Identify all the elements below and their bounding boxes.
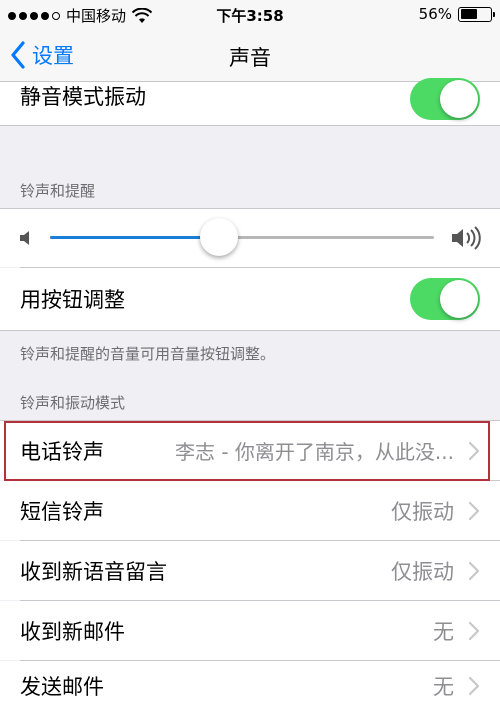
divider — [0, 330, 500, 331]
slider-thumb[interactable] — [199, 218, 238, 256]
sound-row-value: 无 — [433, 674, 454, 699]
sound-row-text-tone[interactable]: 短信铃声 仅振动 — [0, 481, 500, 540]
status-bar: 中国移动 下午3:58 56% — [0, 0, 500, 30]
chevron-right-icon — [468, 621, 480, 640]
divider — [0, 125, 500, 126]
sound-row-new-mail[interactable]: 收到新邮件 无 — [0, 601, 500, 660]
page-title: 声音 — [229, 46, 271, 70]
toggle-knob — [440, 280, 478, 318]
sound-row-sent-mail[interactable]: 发送邮件 无 — [0, 661, 500, 710]
change-with-buttons-toggle[interactable] — [410, 278, 480, 320]
sound-row-label: 收到新邮件 — [20, 619, 125, 644]
chevron-right-icon — [468, 501, 480, 520]
sound-row-value: 无 — [433, 619, 454, 644]
vibrate-on-silent-row: 静音模式振动 — [0, 78, 500, 125]
slider-fill — [50, 236, 219, 239]
volume-high-icon — [452, 226, 481, 250]
sound-row-label: 短信铃声 — [20, 499, 104, 524]
battery-percent: 56% — [418, 5, 452, 23]
navigation-bar: 设置 声音 — [0, 30, 500, 82]
chevron-right-icon — [468, 676, 480, 695]
ringer-volume-slider[interactable] — [50, 236, 434, 239]
ringer-section-footer: 铃声和提醒的音量可用音量按钮调整。 — [20, 345, 276, 363]
sounds-section-header: 铃声和振动模式 — [20, 394, 126, 412]
change-with-buttons-label: 用按钮调整 — [20, 288, 125, 312]
sound-row-new-voicemail[interactable]: 收到新语音留言 仅振动 — [0, 541, 500, 600]
status-right: 56% — [418, 5, 495, 23]
vibrate-on-silent-label: 静音模式振动 — [20, 84, 146, 109]
toggle-knob — [440, 80, 478, 118]
sound-row-value: 仅振动 — [391, 559, 454, 584]
battery-level — [460, 9, 477, 19]
sound-row-label: 发送邮件 — [20, 674, 104, 699]
sound-row-label: 收到新语音留言 — [20, 559, 167, 584]
ringer-section-header: 铃声和提醒 — [20, 182, 96, 200]
battery-icon — [458, 6, 495, 22]
highlight-box — [4, 421, 490, 481]
sound-row-value: 仅振动 — [391, 499, 454, 524]
change-with-buttons-row: 用按钮调整 — [0, 268, 500, 330]
chevron-right-icon — [468, 561, 480, 580]
vibrate-on-silent-toggle[interactable] — [410, 78, 480, 120]
volume-low-icon — [20, 231, 29, 245]
